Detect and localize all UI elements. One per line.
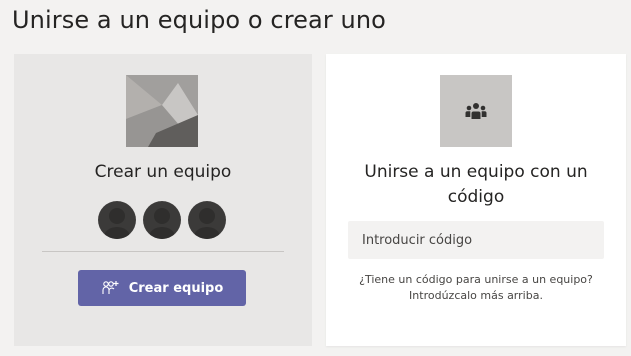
team-image-icon [126, 75, 198, 147]
join-hint-text: ¿Tiene un código para unirse a un equipo… [359, 273, 593, 302]
avatar-group [98, 201, 226, 239]
avatar [188, 201, 226, 239]
team-code-input[interactable] [348, 221, 604, 259]
join-team-title: Unirse a un equipo con un código [364, 162, 588, 207]
person-icon [188, 201, 226, 239]
create-team-title: Crear un equipo [94, 162, 232, 182]
create-team-button[interactable]: Crear equipo [78, 270, 246, 306]
avatar [143, 201, 181, 239]
create-team-button-label: Crear equipo [128, 280, 224, 296]
people-group-icon [465, 103, 487, 119]
add-team-icon [102, 281, 119, 294]
person-icon [143, 201, 181, 239]
join-team-image [440, 75, 512, 147]
avatar [98, 201, 136, 239]
divider [42, 251, 284, 252]
page-title: Unirse a un equipo o crear uno [12, 6, 386, 34]
create-team-card[interactable]: Crear un equipo Crear equipo [14, 54, 312, 346]
person-icon [98, 201, 136, 239]
join-team-card: Unirse a un equipo con un código ¿Tiene … [326, 54, 626, 346]
